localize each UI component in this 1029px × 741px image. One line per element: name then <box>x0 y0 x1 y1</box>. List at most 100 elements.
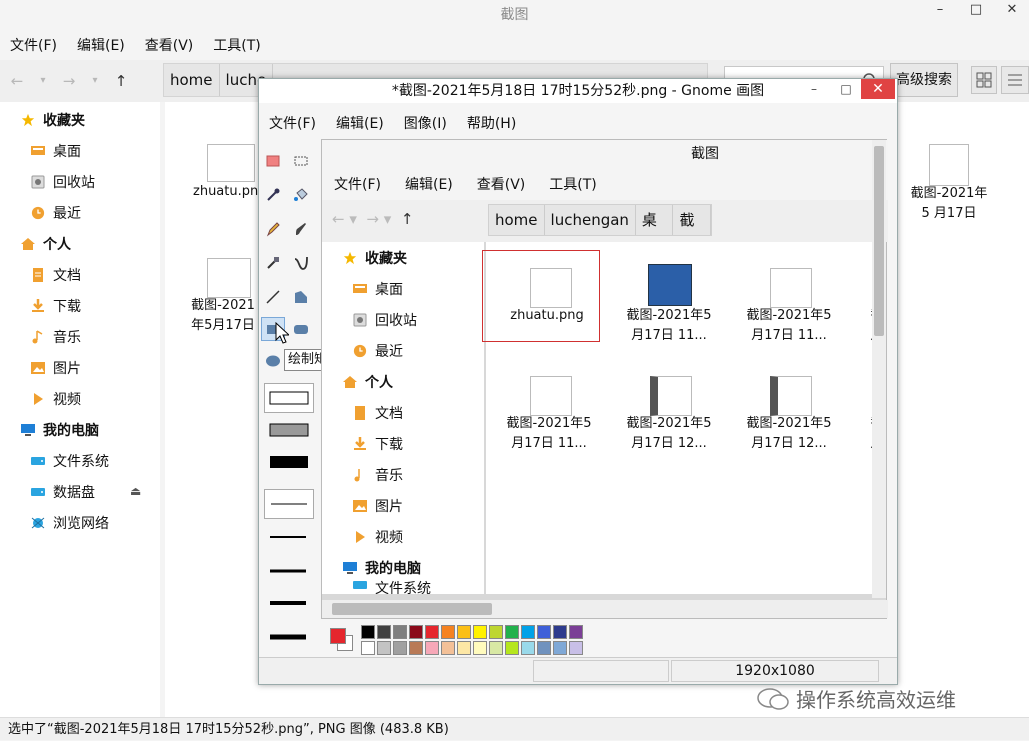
color-swatch[interactable] <box>441 641 455 655</box>
scrollbar-thumb[interactable] <box>332 603 492 615</box>
line-width-5[interactable] <box>264 623 312 651</box>
fill-style-filled-outline[interactable] <box>264 415 314 445</box>
line-width-1[interactable] <box>264 489 314 519</box>
back-icon[interactable]: ← <box>6 70 28 92</box>
list-view-icon[interactable] <box>1001 66 1029 94</box>
color-swatch[interactable] <box>489 625 503 639</box>
color-swatch[interactable] <box>569 625 583 639</box>
pencil-icon[interactable] <box>261 217 285 241</box>
inner-path-home: home <box>489 205 545 235</box>
up-icon[interactable]: ↑ <box>110 70 132 92</box>
canvas-vertical-scrollbar[interactable] <box>872 140 886 598</box>
canvas-horizontal-scrollbar[interactable] <box>322 600 888 618</box>
sidebar-item-documents[interactable]: 文档 <box>30 259 81 290</box>
sidebar-item-filesystem[interactable]: 文件系统 <box>30 445 109 476</box>
eject-icon[interactable]: ⏏ <box>130 484 141 498</box>
sidebar-item-pictures[interactable]: 图片 <box>30 352 81 383</box>
sidebar-item-recent[interactable]: 最近 <box>30 197 81 228</box>
color-swatch[interactable] <box>425 625 439 639</box>
sidebar-item-music[interactable]: 音乐 <box>30 321 81 352</box>
fill-bucket-icon[interactable] <box>289 183 313 207</box>
line-width-3[interactable] <box>264 557 312 585</box>
color-swatch[interactable] <box>553 641 567 655</box>
inner-menu-bar: 文件(F) 编辑(E) 查看(V) 工具(T) <box>322 168 888 200</box>
color-swatch[interactable] <box>409 625 423 639</box>
back-history-icon[interactable]: ▾ <box>32 70 54 92</box>
sidebar-item-downloads[interactable]: 下载 <box>30 290 81 321</box>
brush-icon[interactable] <box>289 217 313 241</box>
sidebar-header-personal[interactable]: 个人 <box>20 228 71 259</box>
maximize-button[interactable]: □ <box>959 0 993 22</box>
fill-style-outline[interactable] <box>264 383 314 413</box>
color-swatch[interactable] <box>425 641 439 655</box>
menu-edit[interactable]: 编辑(E) <box>67 35 135 55</box>
sidebar-item-data-disk[interactable]: 数据盘 <box>30 476 95 507</box>
color-swatch[interactable] <box>377 641 391 655</box>
color-swatch[interactable] <box>473 625 487 639</box>
color-swatch[interactable] <box>377 625 391 639</box>
color-swatch[interactable] <box>489 641 503 655</box>
color-swatch[interactable] <box>521 625 535 639</box>
paint-menu-file[interactable]: 文件(F) <box>259 113 326 133</box>
menu-tools[interactable]: 工具(T) <box>203 35 270 55</box>
color-swatch[interactable] <box>553 625 567 639</box>
sidebar-header-favorites[interactable]: 收藏夹 <box>20 104 85 135</box>
menu-file[interactable]: 文件(F) <box>0 35 67 55</box>
color-swatch[interactable] <box>521 641 535 655</box>
file-thumbnail[interactable] <box>207 258 251 298</box>
sidebar-item-trash[interactable]: 回收站 <box>30 166 95 197</box>
minimize-button[interactable]: – <box>923 0 957 22</box>
path-home[interactable]: home <box>164 64 220 96</box>
color-swatch[interactable] <box>569 641 583 655</box>
color-swatch[interactable] <box>537 625 551 639</box>
drawing-canvas[interactable]: 截图 文件(F) 编辑(E) 查看(V) 工具(T) ← ▾ → ▾ ↑ hom… <box>321 139 888 619</box>
line-icon[interactable] <box>261 285 285 309</box>
paint-close-button[interactable]: ✕ <box>861 79 895 99</box>
color-swatch[interactable] <box>393 641 407 655</box>
color-swatch[interactable] <box>505 625 519 639</box>
file-label: zhuatu.png <box>193 184 267 199</box>
paint-menu-help[interactable]: 帮助(H) <box>457 113 526 133</box>
color-swatch[interactable] <box>457 625 471 639</box>
color-swatch[interactable] <box>441 625 455 639</box>
color-swatch[interactable] <box>537 641 551 655</box>
polygon-icon[interactable] <box>289 285 313 309</box>
sidebar-item-network[interactable]: 浏览网络 <box>30 507 109 538</box>
color-swatch[interactable] <box>409 641 423 655</box>
eraser-icon[interactable] <box>261 149 285 173</box>
color-swatch[interactable] <box>505 641 519 655</box>
forward-history-icon[interactable]: ▾ <box>84 70 106 92</box>
menu-view[interactable]: 查看(V) <box>135 35 204 55</box>
primary-color[interactable] <box>330 628 346 644</box>
forward-icon[interactable]: → <box>58 70 80 92</box>
fill-style-filled[interactable] <box>264 447 314 477</box>
file-thumbnail[interactable] <box>929 144 969 186</box>
color-swatch[interactable] <box>393 625 407 639</box>
line-width-4[interactable] <box>264 589 312 617</box>
scrollbar-thumb[interactable] <box>874 146 884 336</box>
paint-maximize-button[interactable]: □ <box>831 79 861 99</box>
ellipse-icon[interactable] <box>261 349 285 373</box>
paint-menu-edit[interactable]: 编辑(E) <box>326 113 394 133</box>
advanced-search-button[interactable]: 高级搜索 <box>890 63 958 97</box>
airbrush-icon[interactable] <box>261 251 285 275</box>
curve-icon[interactable] <box>289 251 313 275</box>
sidebar-item-desktop[interactable]: 桌面 <box>30 135 81 166</box>
rounded-rect-icon[interactable] <box>289 317 313 341</box>
color-picker-icon[interactable] <box>261 183 285 207</box>
sidebar-item-videos[interactable]: 视频 <box>30 383 81 414</box>
close-button[interactable]: ✕ <box>995 0 1029 22</box>
color-swatch[interactable] <box>457 641 471 655</box>
color-swatch[interactable] <box>361 641 375 655</box>
inner-file-view: zhuatu.png 截图-2021年5 月17日 11... 截图-2021年5… <box>482 242 886 594</box>
rect-select-icon[interactable] <box>289 149 313 173</box>
current-colors[interactable] <box>327 625 357 655</box>
color-swatch[interactable] <box>473 641 487 655</box>
paint-menu-image[interactable]: 图像(I) <box>394 113 457 133</box>
line-width-2[interactable] <box>264 523 312 551</box>
color-swatch[interactable] <box>361 625 375 639</box>
file-thumbnail[interactable] <box>207 144 255 182</box>
sidebar-header-computer[interactable]: 我的电脑 <box>20 414 99 445</box>
icon-view-icon[interactable] <box>971 66 997 94</box>
paint-minimize-button[interactable]: – <box>799 79 829 99</box>
